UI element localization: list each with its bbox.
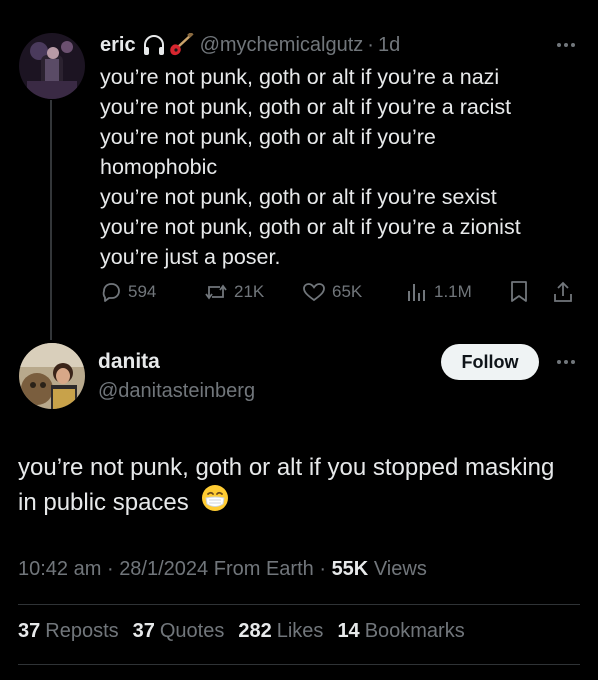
likes-stat[interactable]: 282 Likes	[238, 620, 323, 643]
author-handle[interactable]: @danitasteinberg	[98, 380, 255, 403]
views-icon	[408, 284, 425, 301]
timestamp[interactable]: 1d	[378, 34, 400, 57]
stat-label: Bookmarks	[364, 620, 465, 642]
avatar-danita-image	[19, 343, 85, 409]
thread-line	[50, 100, 52, 340]
bookmarks-stat[interactable]: 14 Bookmarks	[337, 620, 464, 643]
divider	[18, 664, 580, 665]
more-options-icon[interactable]	[557, 43, 575, 47]
tweet-stats: 37 Reposts 37 Quotes 282 Likes 14 Bookmarks	[18, 620, 465, 643]
views-count: 55K	[331, 558, 369, 580]
avatar-eric-image	[19, 33, 85, 99]
action-bar: 594 21K 65K 1.1M	[100, 278, 580, 306]
headphones-icon	[142, 34, 166, 56]
share-button[interactable]	[552, 278, 580, 306]
like-button[interactable]: 65K	[302, 278, 362, 306]
author-handle[interactable]: @mychemicalgutz	[200, 34, 364, 57]
quotes-stat[interactable]: 37 Quotes	[133, 620, 225, 643]
guitar-icon	[168, 33, 194, 57]
tweet-line: you’re not punk, goth or alt if you’re a…	[100, 95, 512, 119]
follow-button[interactable]: Follow	[441, 344, 539, 380]
stat-count: 14	[337, 620, 360, 642]
avatar-danita[interactable]	[19, 343, 85, 409]
bookmark-button[interactable]	[508, 278, 536, 306]
reply-icon	[102, 283, 120, 302]
author-name[interactable]: eric	[100, 34, 136, 57]
separator-dot: ·	[319, 558, 326, 580]
more-options-icon[interactable]	[557, 360, 575, 364]
reply-count: 594	[128, 282, 157, 301]
like-count: 65K	[332, 282, 363, 301]
repost-button[interactable]: 21K	[204, 278, 264, 306]
tweet-line: you’re not punk, goth or alt if you’re	[100, 125, 436, 149]
stat-label: Reposts	[45, 620, 119, 642]
repost-icon	[205, 284, 227, 300]
share-icon	[554, 281, 572, 302]
stat-label: Likes	[276, 620, 324, 642]
separator-dot: ·	[106, 558, 114, 580]
heart-icon	[303, 283, 325, 302]
quoted-tweet-header: eric @mychemicalgutz · 1d	[100, 30, 400, 60]
stat-count: 282	[238, 620, 272, 642]
divider	[18, 604, 580, 605]
tweet-line: you’re not punk, goth or alt if you’re s…	[100, 185, 497, 209]
separator-dot: ·	[367, 33, 374, 56]
stat-label: Quotes	[159, 620, 225, 642]
tweet-time[interactable]: 10:42 am	[18, 558, 101, 580]
repost-count: 21K	[234, 282, 265, 301]
stat-count: 37	[18, 620, 41, 642]
tweet-meta: 10:42 am · 28/1/2024 From Earth · 55K Vi…	[18, 558, 427, 581]
tweet-date[interactable]: 28/1/2024	[119, 558, 208, 580]
face-with-medical-mask-icon	[201, 484, 229, 521]
reply-button[interactable]: 594	[100, 278, 156, 306]
tweet-line: you’re not punk, goth or alt if you’re a…	[100, 215, 521, 239]
quoted-tweet-text: you’re not punk, goth or alt if you’re a…	[100, 62, 570, 272]
main-tweet-text: you’re not punk, goth or alt if you stop…	[18, 450, 578, 521]
views-count: 1.1M	[434, 282, 472, 301]
tweet-line: you’re not punk, goth or alt if you’re a…	[100, 65, 500, 89]
stat-count: 37	[132, 620, 155, 642]
author-name[interactable]: danita	[98, 350, 160, 374]
views-label: Views	[373, 558, 427, 580]
tweet-line: homophobic	[100, 155, 218, 179]
avatar-eric[interactable]	[19, 33, 85, 99]
reposts-stat[interactable]: 37 Reposts	[18, 620, 119, 643]
views-button[interactable]: 1.1M	[406, 278, 472, 306]
tweet-source: From Earth	[213, 558, 314, 580]
bookmark-icon	[511, 281, 527, 302]
tweet-body: you’re not punk, goth or alt if you stop…	[18, 454, 555, 517]
tweet-line: you’re just a poser.	[100, 245, 281, 269]
